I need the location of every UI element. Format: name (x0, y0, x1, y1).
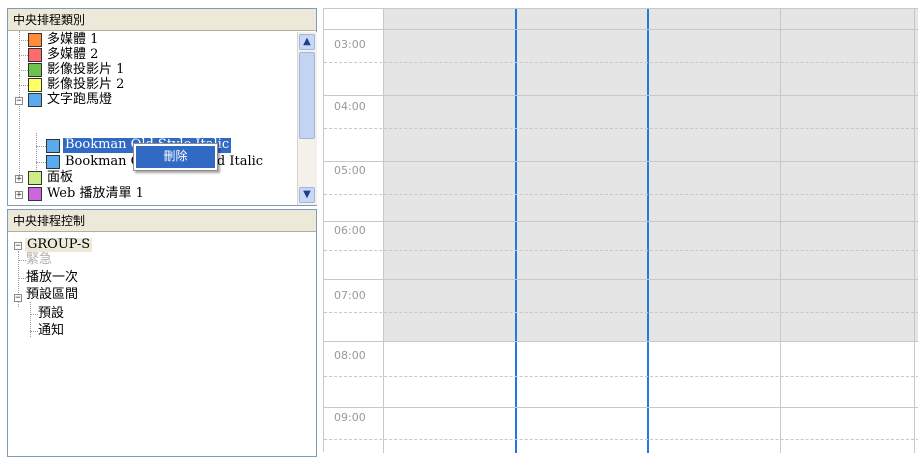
tree-item-label: 緊急 (26, 252, 53, 267)
scroll-thumb[interactable] (299, 52, 315, 139)
time-label: 08:00 (334, 349, 366, 362)
color-swatch (28, 78, 42, 92)
time-label: 09:00 (334, 411, 366, 424)
time-label: 07:00 (334, 289, 366, 302)
category-tree: 多媒體 1 多媒體 2 影像投影片 1 影像投影片 2 − 文字跑馬燈 Book… (8, 31, 298, 205)
color-swatch (46, 139, 60, 153)
color-swatch (28, 171, 42, 185)
category-panel: 中央排程類別 多媒體 1 多媒體 2 影像投影片 1 影像投影片 2 − 文字跑… (7, 8, 317, 206)
scroll-down-icon[interactable]: ▼ (299, 187, 315, 203)
tree-item-label: 面板 (47, 170, 74, 185)
tree-item-label: 多媒體 2 (47, 47, 99, 62)
time-label: 03:00 (334, 38, 366, 51)
scroll-up-icon[interactable]: ▲ (299, 34, 315, 50)
color-swatch (28, 187, 42, 201)
time-label: 06:00 (334, 224, 366, 237)
tree-item-label: 預設 (38, 306, 65, 321)
control-panel-title: 中央排程控制 (8, 210, 316, 232)
control-panel: 中央排程控制 − GROUP-S 緊急 播放一次 − 預設區間 預設 通知 (7, 209, 317, 457)
color-swatch (28, 93, 42, 107)
collapse-icon[interactable]: − (14, 242, 22, 251)
collapse-icon[interactable]: − (14, 294, 22, 303)
day-column-separator (914, 9, 915, 453)
tree-item-label: 多媒體 1 (47, 32, 99, 47)
busy-time-block (384, 9, 918, 341)
day-column-separator (647, 9, 649, 453)
control-tree: − GROUP-S 緊急 播放一次 − 預設區間 預設 通知 (8, 234, 308, 364)
day-column-separator (780, 9, 781, 453)
category-panel-title: 中央排程類別 (8, 9, 316, 31)
tree-item-label: 文字跑馬燈 (47, 92, 113, 107)
tree-item-label: Web 播放清單 1 (47, 186, 144, 201)
color-swatch (28, 48, 42, 62)
expand-icon[interactable]: + (15, 175, 23, 184)
collapse-icon[interactable]: − (15, 97, 23, 106)
expand-icon[interactable]: + (15, 191, 23, 200)
tree-item-label: 通知 (38, 323, 65, 338)
day-column-separator (515, 9, 517, 453)
tree-item-label: 播放一次 (26, 270, 79, 285)
tree-item-label: 預設區間 (26, 287, 79, 302)
vertical-scrollbar[interactable]: ▲ ▼ (297, 32, 317, 205)
time-label: 05:00 (334, 164, 366, 177)
color-swatch (28, 33, 42, 47)
tree-item-label: 影像投影片 1 (47, 62, 125, 77)
time-label: 04:00 (334, 100, 366, 113)
color-swatch (46, 155, 60, 169)
schedule-calendar[interactable] (323, 8, 918, 453)
tree-item-label: 影像投影片 2 (47, 77, 125, 92)
context-menu: 刪除 (133, 143, 218, 171)
group-root-label: GROUP-S (25, 237, 93, 252)
color-swatch (28, 63, 42, 77)
delete-menu-item[interactable]: 刪除 (136, 146, 215, 168)
